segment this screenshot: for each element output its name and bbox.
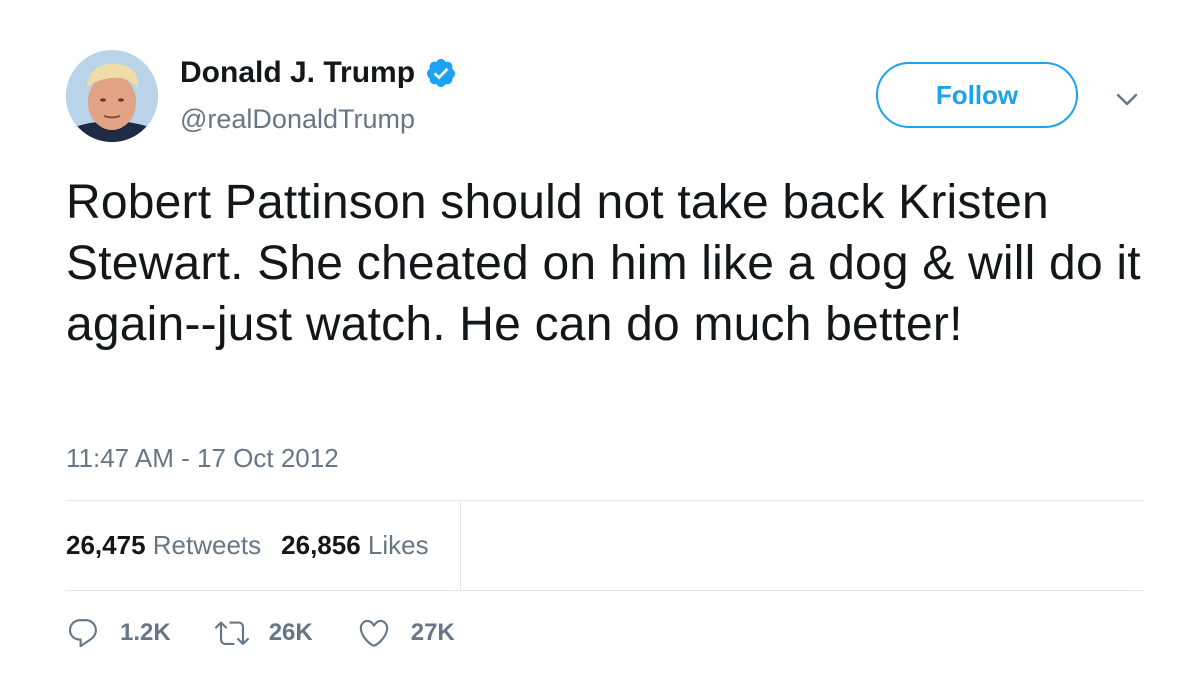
heart-icon bbox=[357, 616, 391, 650]
likes-stat[interactable]: 26,856 Likes bbox=[281, 530, 428, 561]
reply-icon bbox=[66, 616, 100, 650]
divider bbox=[460, 501, 461, 590]
likes-label: Likes bbox=[367, 530, 429, 560]
retweet-button[interactable]: 26K bbox=[214, 616, 313, 650]
reply-count: 1.2K bbox=[120, 619, 171, 646]
author-name[interactable]: Donald J. Trump bbox=[180, 56, 415, 90]
tweet-actions: 1.2K 26K 27K bbox=[66, 616, 499, 650]
author-name-row[interactable]: Donald J. Trump bbox=[180, 56, 457, 90]
like-count: 27K bbox=[410, 619, 455, 646]
retweets-count: 26,475 bbox=[66, 530, 146, 560]
reply-button[interactable]: 1.2K bbox=[66, 616, 171, 650]
like-button[interactable]: 27K bbox=[357, 616, 455, 650]
retweets-label: Retweets bbox=[152, 530, 262, 560]
likes-count: 26,856 bbox=[281, 530, 361, 560]
tweet-timestamp[interactable]: 11:47 AM - 17 Oct 2012 bbox=[66, 443, 339, 474]
verified-badge-icon bbox=[425, 57, 457, 89]
chevron-down-icon[interactable] bbox=[1112, 84, 1142, 114]
tweet-card: Donald J. Trump @realDonaldTrump Follow … bbox=[0, 0, 1200, 687]
tweet-text: Robert Pattinson should not take back Kr… bbox=[66, 176, 1141, 351]
author-handle[interactable]: @realDonaldTrump bbox=[180, 104, 415, 135]
follow-button[interactable]: Follow bbox=[876, 62, 1078, 128]
avatar[interactable] bbox=[66, 50, 158, 142]
tweet-stats: 26,475 Retweets 26,856 Likes bbox=[66, 530, 429, 561]
divider bbox=[66, 500, 1144, 501]
retweet-icon bbox=[214, 616, 249, 650]
divider bbox=[66, 590, 1144, 591]
retweet-count: 26K bbox=[268, 619, 313, 646]
retweets-stat[interactable]: 26,475 Retweets bbox=[66, 530, 261, 561]
